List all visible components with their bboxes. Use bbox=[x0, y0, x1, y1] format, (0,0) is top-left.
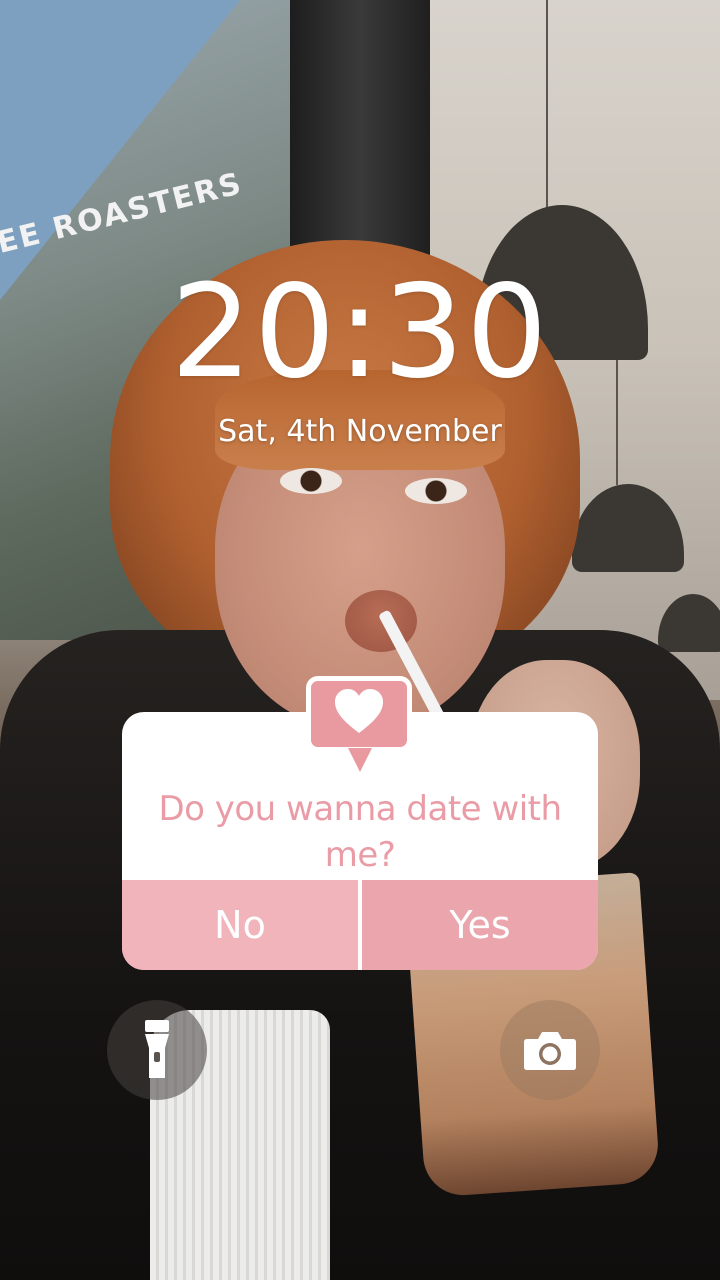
yes-button[interactable]: Yes bbox=[362, 880, 598, 970]
lock-date: Sat, 4th November bbox=[218, 414, 502, 449]
heart-speech-bubble-icon bbox=[306, 676, 412, 752]
no-button[interactable]: No bbox=[122, 880, 358, 970]
flashlight-icon bbox=[145, 1020, 169, 1078]
speech-bubble-tail bbox=[348, 748, 372, 772]
date-dialog: Do you wanna date with me? No Yes bbox=[122, 676, 598, 970]
yes-button-label: Yes bbox=[449, 903, 511, 947]
camera-icon bbox=[524, 1032, 576, 1070]
flashlight-button[interactable] bbox=[107, 1000, 207, 1100]
wallpaper-eye bbox=[280, 468, 342, 494]
dialog-question: Do you wanna date with me? bbox=[158, 789, 562, 875]
wallpaper-pillar bbox=[290, 0, 430, 280]
no-button-label: No bbox=[214, 903, 266, 947]
wallpaper-sign bbox=[0, 0, 240, 300]
lamp-cord bbox=[546, 0, 548, 210]
heart-icon bbox=[335, 689, 383, 733]
lock-clock: 20:30 bbox=[170, 258, 550, 407]
camera-button[interactable] bbox=[500, 1000, 600, 1100]
lock-screen: EE ROASTERS 20:30 Sat, 4th November Do y… bbox=[0, 0, 720, 1280]
wallpaper-eye bbox=[405, 478, 467, 504]
